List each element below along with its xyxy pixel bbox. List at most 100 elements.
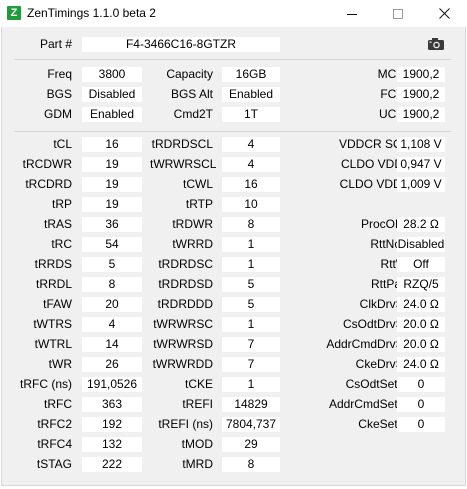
trdrdsd-value: 5: [222, 277, 280, 292]
uclk-label: UCLK: [378, 107, 411, 121]
uclk-value: 1900,2: [397, 107, 445, 122]
camera-icon[interactable]: [427, 37, 445, 51]
close-button[interactable]: [421, 0, 467, 27]
window-title: ZenTimings 1.1.0 beta 2: [27, 6, 156, 20]
part-number-label: Part #: [39, 37, 72, 51]
csodtsetup-label: CsOdtSetup: [345, 377, 411, 391]
trfc4-value: 132: [82, 437, 142, 452]
twrwrdd-value: 7: [222, 357, 280, 372]
trrdl-value: 8: [82, 277, 142, 292]
ckesetup-label: CkeSetup: [358, 417, 411, 431]
trrds-value: 5: [82, 257, 142, 272]
twtrl-value: 14: [82, 337, 142, 352]
ckesetup-value: 0: [397, 417, 445, 432]
bgs-alt-label: BGS Alt: [170, 87, 213, 101]
twr-value: 26: [82, 357, 142, 372]
twrwrsd-label: tWRWRSD: [153, 337, 213, 351]
trdrdsd-label: tRDRDSD: [158, 277, 213, 291]
ckedrvstr-label: CkeDrvStr: [355, 357, 411, 371]
trdrdsc-value: 1: [222, 257, 280, 272]
rttwr-label: RttWr: [380, 257, 411, 271]
csodtsetup-value: 0: [397, 377, 445, 392]
addrcmddrvstr-label: AddrCmdDrvStr: [326, 337, 411, 351]
trcdrd-value: 19: [82, 177, 142, 192]
procodt-value: 28.2 Ω: [397, 217, 445, 232]
minimize-button[interactable]: [329, 0, 375, 27]
csodtdrvstr-label: CsOdtDrvStr: [342, 317, 411, 331]
close-icon: [438, 8, 450, 19]
bgs-alt-value: Enabled: [222, 87, 280, 102]
cldo-vddg-value: 1,009 V: [397, 177, 445, 192]
maximize-button[interactable]: [375, 0, 421, 27]
tcke-label: tCKE: [184, 377, 213, 391]
twrwrsc-value: 1: [222, 317, 280, 332]
trrds-label: tRRDS: [34, 257, 72, 271]
rttwr-value: Off: [397, 257, 445, 272]
fclk-value: 1900,2: [397, 87, 445, 102]
trcdwr-value: 19: [82, 157, 142, 172]
trdrddd-value: 5: [222, 297, 280, 312]
tcwl-label: tCWL: [183, 177, 213, 191]
tmrd-value: 8: [222, 457, 280, 472]
trfc-label: tRFC: [44, 397, 72, 411]
twtrl-label: tWTRL: [34, 337, 72, 351]
separator: [14, 131, 451, 132]
addrcmdsetup-value: 0: [397, 397, 445, 412]
addrcmdsetup-label: AddrCmdSetup: [328, 397, 411, 411]
rttpark-label: RttPark: [370, 277, 411, 291]
tcl-value: 16: [82, 137, 142, 152]
title-bar[interactable]: Z ZenTimings 1.1.0 beta 2: [0, 0, 467, 27]
trefi-value: 14829: [222, 397, 280, 412]
twr-label: tWR: [48, 357, 72, 371]
part-number-value: F4-3466C16-8GTZR: [82, 37, 280, 52]
tcwl-value: 16: [222, 177, 280, 192]
rttnom-label: RttNom: [370, 237, 411, 251]
addrcmddrvstr-value: 20.0 Ω: [397, 337, 445, 352]
capacity-label: Capacity: [166, 67, 213, 81]
trc-label: tRC: [51, 237, 72, 251]
freq-value: 3800: [82, 67, 142, 82]
mclk-value: 1900,2: [397, 67, 445, 82]
tras-label: tRAS: [43, 217, 72, 231]
bgs-label: BGS: [46, 87, 72, 101]
tcl-label: tCL: [53, 137, 72, 151]
clkdrvstr-value: 24.0 Ω: [397, 297, 445, 312]
tstag-value: 222: [82, 457, 142, 472]
cmd2t-value: 1T: [222, 107, 280, 122]
trp-label: tRP: [51, 197, 72, 211]
tcke-value: 1: [222, 377, 280, 392]
trefi-label: tREFI: [182, 397, 213, 411]
tmrd-label: tMRD: [182, 457, 213, 471]
minimize-icon: [347, 13, 357, 15]
rttnom-value: Disabled: [397, 237, 445, 252]
twtrs-value: 4: [82, 317, 142, 332]
tmod-label: tMOD: [181, 437, 213, 451]
twrwrsd-value: 7: [222, 337, 280, 352]
trp-value: 19: [82, 197, 142, 212]
gdm-label: GDM: [44, 107, 72, 121]
twrrd-label: tWRRD: [172, 237, 213, 251]
trfc4-label: tRFC4: [37, 437, 72, 451]
cldo-vddg-label: CLDO VDDG: [339, 177, 411, 191]
trfc-ns-label: tRFC (ns): [20, 377, 72, 391]
ckedrvstr-value: 24.0 Ω: [397, 357, 445, 372]
tmod-value: 29: [222, 437, 280, 452]
twrwrscl-label: tWRWRSCL: [150, 157, 217, 171]
trefi-ns-label: tREFI (ns): [158, 417, 213, 431]
twrwrscl-value: 4: [222, 157, 280, 172]
trfc2-label: tRFC2: [37, 417, 72, 431]
trc-value: 54: [82, 237, 142, 252]
trrdl-label: tRRDL: [35, 277, 72, 291]
tfaw-label: tFAW: [43, 297, 72, 311]
cmd2t-label: Cmd2T: [173, 107, 213, 121]
cldo-vddp-value: 0,947 V: [397, 157, 445, 172]
separator: [14, 59, 451, 60]
cldo-vddp-label: CLDO VDDP: [340, 157, 411, 171]
vddcr-soc-label: VDDCR SOC: [338, 137, 411, 151]
clkdrvstr-label: ClkDrvStr: [359, 297, 411, 311]
trdrdsc-label: tRDRDSC: [158, 257, 213, 271]
twtrs-label: tWTRS: [33, 317, 72, 331]
trcdrd-label: tRCDRD: [25, 177, 72, 191]
maximize-icon: [393, 8, 403, 19]
trefi-ns-value: 7804,737: [222, 417, 280, 432]
